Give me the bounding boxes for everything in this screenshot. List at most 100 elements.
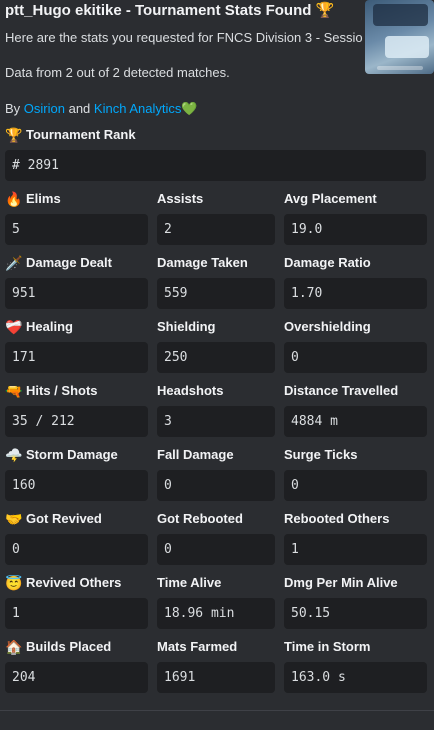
field-label: Time Alive [157, 575, 222, 590]
field-name: Headshots [157, 383, 275, 399]
osirion-link[interactable]: Osirion [24, 101, 65, 116]
field-label: Distance Travelled [284, 383, 399, 398]
credit-prefix: By [5, 101, 24, 116]
field-value: 19.0 [284, 214, 427, 245]
field-overshielding: Overshielding [284, 319, 427, 335]
field-elims: 🔥 Elims [5, 191, 148, 207]
embed-title-text: ptt_Hugo ekitike - Tournament Stats Foun… [5, 2, 312, 19]
field-got-rebooted: Got Rebooted [157, 511, 275, 527]
field-value: 1 [284, 534, 427, 565]
field-value: 0 [284, 342, 427, 373]
field-name: Damage Ratio [284, 255, 427, 271]
field-name: Fall Damage [157, 447, 275, 463]
field-name: Rebooted Others [284, 511, 427, 527]
field-name: ❤️‍🩹 Healing [5, 319, 148, 335]
field-storm-damage: 🌩️ Storm Damage [5, 447, 148, 463]
field-label: Damage Dealt [26, 255, 112, 270]
stats-embed: ptt_Hugo ekitike - Tournament Stats Foun… [0, 0, 434, 730]
field-name: 🗡️ Damage Dealt [5, 255, 148, 271]
field-value: 0 [5, 534, 148, 565]
field-label: Shielding [157, 319, 216, 334]
field-label: Mats Farmed [157, 639, 238, 654]
embed-thumbnail[interactable] [365, 0, 434, 74]
field-avg-placement: Avg Placement [284, 191, 427, 207]
field-label: Elims [26, 191, 61, 206]
lightning-cloud-icon: 🌩️ [5, 447, 23, 463]
field-damage-ratio: Damage Ratio [284, 255, 427, 271]
field-time-in-storm: Time in Storm [284, 639, 427, 655]
field-mats-farmed: Mats Farmed [157, 639, 275, 655]
field-label: Tournament Rank [26, 127, 136, 142]
field-surge-ticks: Surge Ticks [284, 447, 427, 463]
field-name: Distance Travelled [284, 383, 427, 399]
field-value: 5 [5, 214, 148, 245]
field-name: Mats Farmed [157, 639, 275, 655]
field-name: 🔫 Hits / Shots [5, 383, 148, 399]
thumbnail-panel [385, 36, 429, 58]
field-hits-shots: 🔫 Hits / Shots [5, 383, 148, 399]
field-value: 0 [284, 470, 427, 501]
field-label: Storm Damage [26, 447, 118, 462]
field-label: Headshots [157, 383, 224, 398]
thumbnail-panel [373, 4, 428, 26]
field-name: 🤝 Got Revived [5, 511, 148, 527]
kinch-analytics-link[interactable]: Kinch Analytics [94, 101, 181, 116]
field-label: Avg Placement [284, 191, 377, 206]
embed-title: ptt_Hugo ekitike - Tournament Stats Foun… [5, 1, 365, 21]
field-time-alive: Time Alive [157, 575, 275, 591]
house-icon: 🏠 [5, 639, 23, 655]
field-value: 2 [157, 214, 275, 245]
field-value: # 2891 [5, 150, 426, 181]
trophy-icon: 🏆 [5, 127, 23, 143]
field-distance-travelled: Distance Travelled [284, 383, 427, 399]
dagger-icon: 🗡️ [5, 255, 23, 271]
field-damage-dealt: 🗡️ Damage Dealt [5, 255, 148, 271]
field-label: Got Revived [26, 511, 102, 526]
field-tournament-rank: 🏆 Tournament Rank [5, 127, 426, 143]
field-value: 1 [5, 598, 148, 629]
water-pistol-icon: 🔫 [5, 383, 23, 399]
field-builds-placed: 🏠 Builds Placed [5, 639, 148, 655]
field-assists: Assists [157, 191, 275, 207]
trophy-icon: 🏆 [315, 2, 335, 19]
field-value: 4884 m [284, 406, 427, 437]
field-value: 1.70 [284, 278, 427, 309]
field-name: 🔥 Elims [5, 191, 148, 207]
field-value: 35 / 212 [5, 406, 148, 437]
field-name: Overshielding [284, 319, 427, 335]
field-name: Assists [157, 191, 275, 207]
field-name: Dmg Per Min Alive [284, 575, 427, 591]
field-name: Damage Taken [157, 255, 275, 271]
field-name: 😇 Revived Others [5, 575, 148, 591]
field-value: 204 [5, 662, 148, 693]
field-name: 🏠 Builds Placed [5, 639, 148, 655]
fire-icon: 🔥 [5, 191, 23, 207]
halo-face-icon: 😇 [5, 575, 23, 591]
field-name: Time in Storm [284, 639, 427, 655]
field-revived-others: 😇 Revived Others [5, 575, 148, 591]
field-damage-taken: Damage Taken [157, 255, 275, 271]
field-fall-damage: Fall Damage [157, 447, 275, 463]
field-value: 3 [157, 406, 275, 437]
field-value: 1691 [157, 662, 275, 693]
message-divider [0, 710, 434, 711]
field-label: Dmg Per Min Alive [284, 575, 398, 590]
field-value: 0 [157, 470, 275, 501]
field-name: Avg Placement [284, 191, 427, 207]
field-label: Hits / Shots [26, 383, 98, 398]
field-headshots: Headshots [157, 383, 275, 399]
field-value: 163.0 s [284, 662, 427, 693]
field-label: Revived Others [26, 575, 122, 590]
field-label: Assists [157, 191, 204, 206]
thumbnail-bar [377, 66, 423, 70]
field-label: Surge Ticks [284, 447, 358, 462]
handshake-icon: 🤝 [5, 511, 23, 527]
field-shielding: Shielding [157, 319, 275, 335]
field-label: Overshielding [284, 319, 371, 334]
field-name: Got Rebooted [157, 511, 275, 527]
field-name: Surge Ticks [284, 447, 427, 463]
field-label: Got Rebooted [157, 511, 243, 526]
field-label: Builds Placed [26, 639, 112, 654]
field-name: Shielding [157, 319, 275, 335]
field-label: Fall Damage [157, 447, 234, 462]
